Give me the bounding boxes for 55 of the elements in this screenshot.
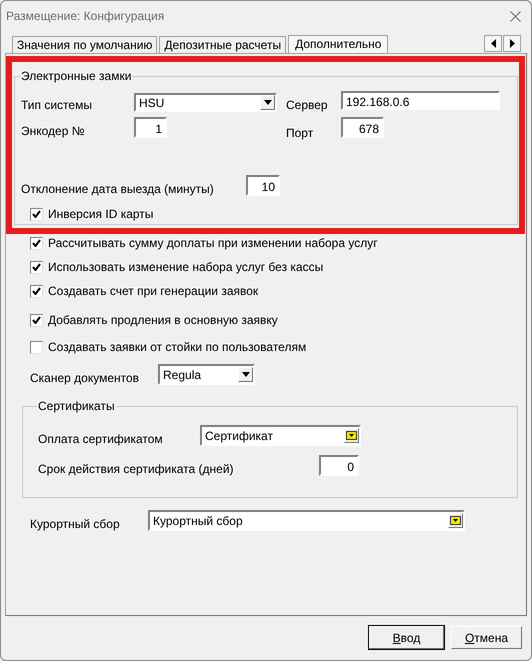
input-field[interactable]: 0 [319,455,359,476]
right-arrow-icon [510,39,514,48]
dropdown[interactable]: Regula [158,364,255,385]
dialog-button[interactable]: Отмена [451,626,522,649]
dropdown-button[interactable] [260,95,275,110]
close-icon [510,10,521,22]
checkmark-icon [32,239,41,247]
checkbox[interactable] [30,340,43,354]
checkmark-icon [32,210,41,218]
checkbox-label[interactable]: Создавать счет при генерации заявок [48,284,258,298]
left-arrow-icon [490,39,496,48]
dropdown[interactable]: HSU [134,93,277,112]
dropdown[interactable]: Сертификат [200,425,361,446]
input-field[interactable]: 1 [134,117,167,138]
checkbox-label[interactable]: Использовать изменение набора услуг без кассы [48,260,324,274]
dropdown-button[interactable] [448,513,463,528]
field-label: Срок действия сертификата (дней) [38,462,235,476]
checkbox[interactable] [30,208,43,220]
dropdown-button[interactable] [238,367,253,382]
field-label: Тип системы [21,98,93,112]
caret-icon [242,372,250,377]
checkmark-icon [32,316,41,324]
input-field[interactable]: 192.168.0.6 [341,91,500,110]
group-title: Электронные замки [20,69,132,83]
scroll-right-button[interactable] [503,35,521,52]
scroll-left-button[interactable] [484,35,502,52]
tab[interactable]: Дополнительно [288,35,388,54]
caret-icon [264,100,272,105]
tab[interactable]: Значения по умолчанию [12,36,158,53]
checkbox[interactable] [30,284,43,298]
window-title: Размещение: Конфигурация [6,9,166,23]
close-button[interactable] [510,10,521,22]
field-label: Сервер [286,98,329,112]
checkbox-label[interactable]: Рассчитывать сумму доплаты при изменении набора услуг [48,236,378,250]
field-label: Курортный сбор [30,517,121,531]
checkbox-label[interactable]: Создавать заявки от стойки по пользователям [48,340,306,354]
dropdown[interactable]: Курортный сбор [148,510,465,531]
tab[interactable]: Депозитные расчеты [159,36,286,53]
field-label: Сканер документов [30,371,140,385]
checkbox[interactable] [30,314,43,326]
field-label: Энкодер № [21,124,86,138]
input-field[interactable]: 678 [341,117,384,138]
input-field[interactable]: 10 [246,175,280,196]
dropdown-button[interactable] [344,428,359,443]
group-title: Сертификаты [37,399,116,413]
checkmark-icon [32,263,41,271]
field-label: Отклонение дата выезда (минуты) [21,182,215,196]
checkbox[interactable] [30,260,43,274]
dialog-button[interactable]: Ввод [369,626,444,649]
checkbox[interactable] [30,236,43,250]
checkbox-label[interactable]: Добавлять продления в основную заявку [48,313,278,327]
field-label: Порт [286,126,314,140]
checkmark-icon [32,287,41,295]
field-label: Оплата сертификатом [38,432,164,446]
checkbox-label[interactable]: Инверсия ID карты [48,207,154,221]
